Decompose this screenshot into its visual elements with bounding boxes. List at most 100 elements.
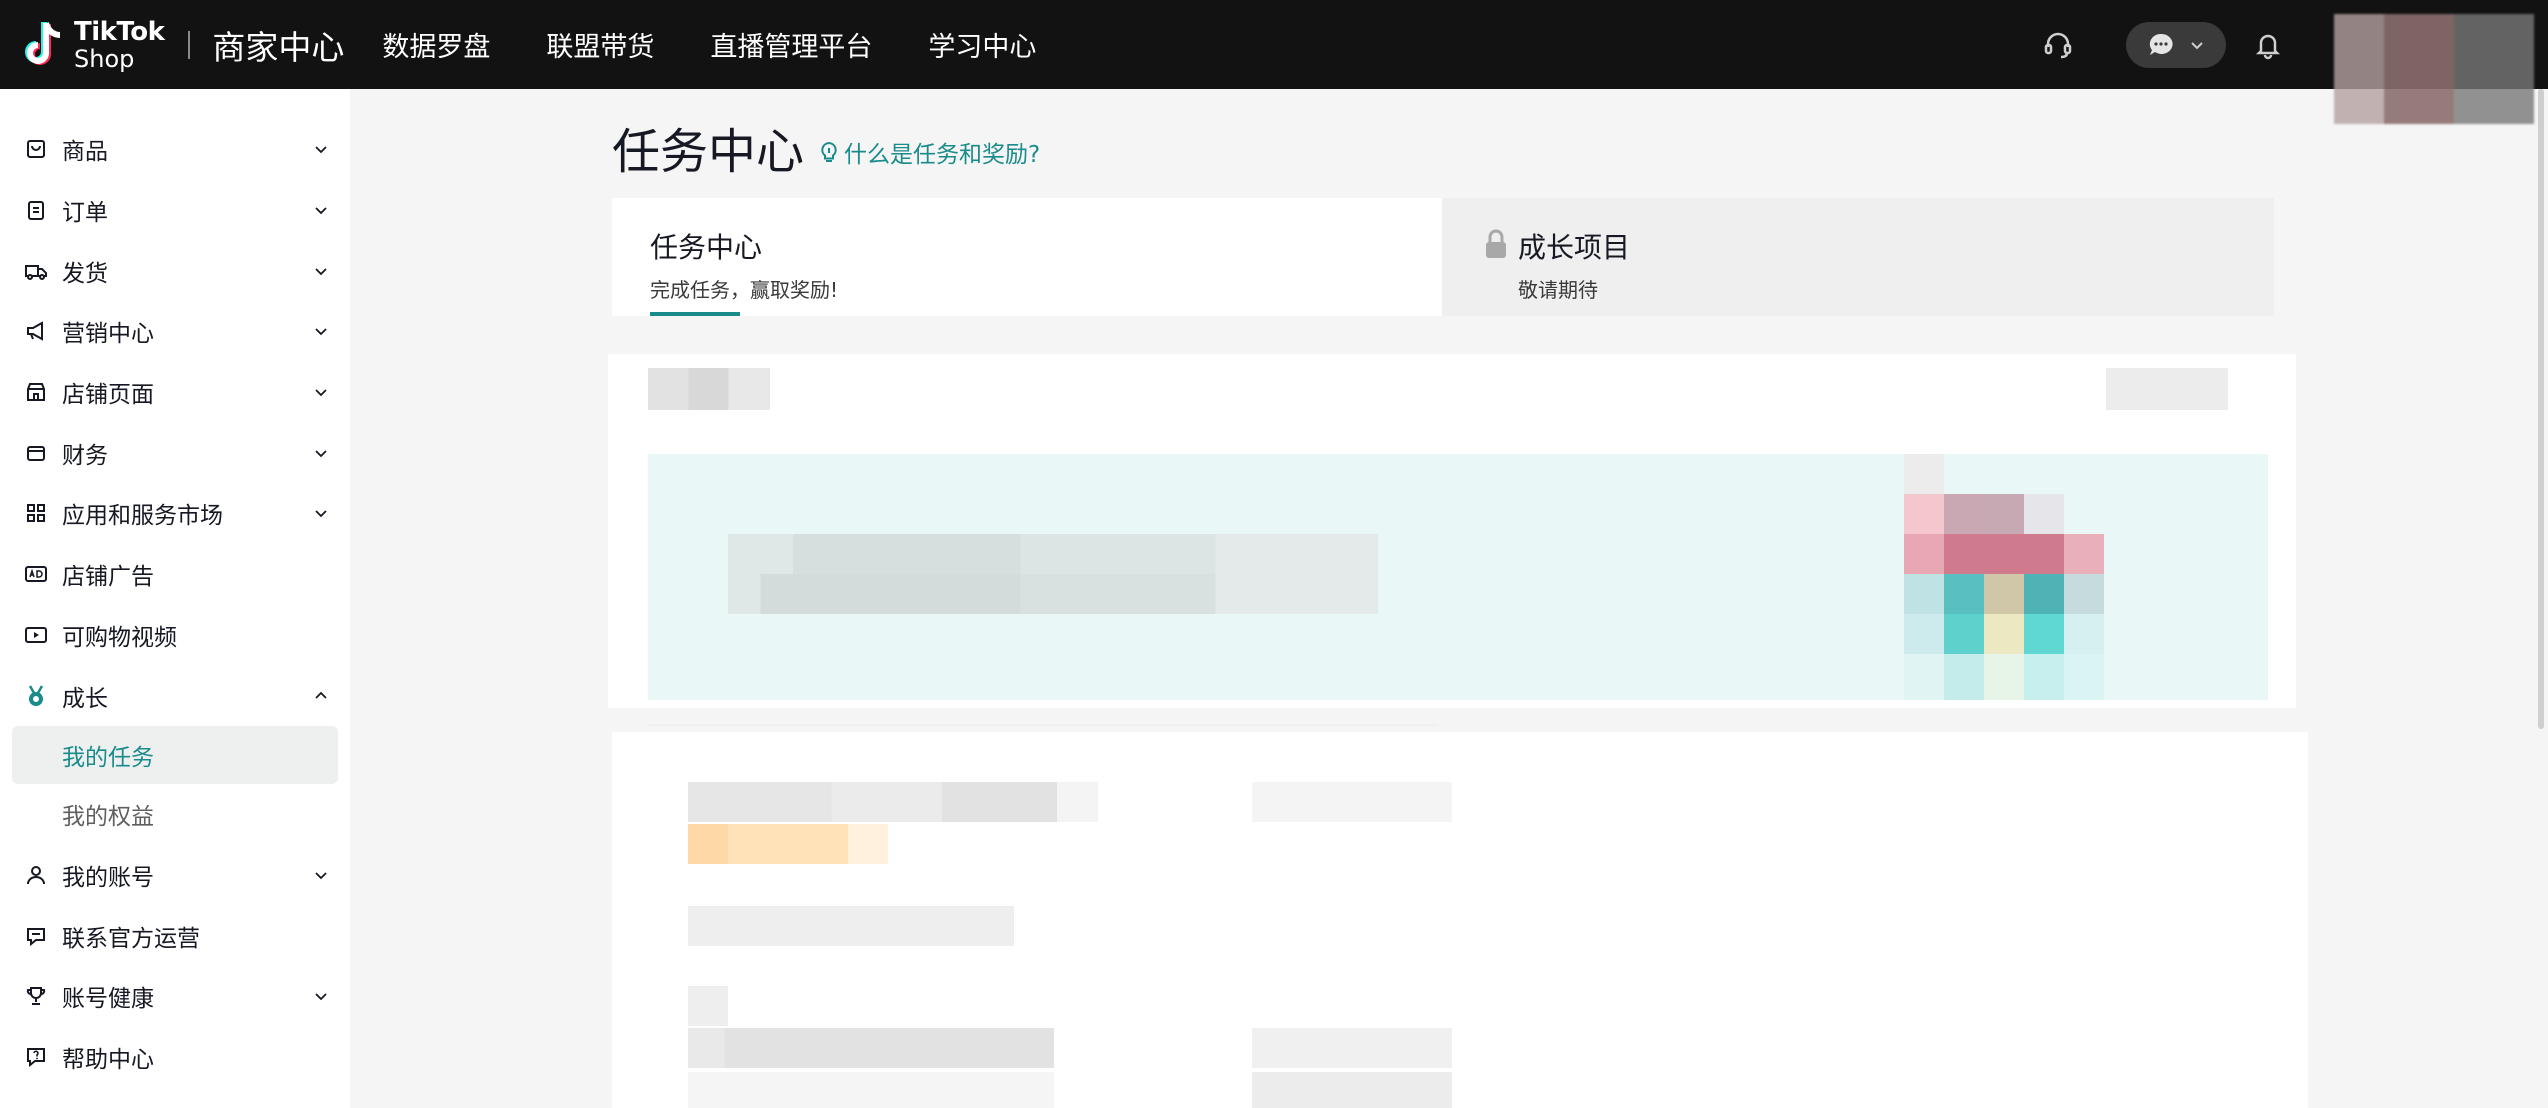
apps-icon	[24, 501, 48, 525]
nav-affiliate[interactable]: 联盟带货	[546, 25, 654, 64]
task-card	[648, 724, 1438, 730]
tab-subtitle: 完成任务，赢取奖励!	[650, 278, 839, 302]
sidebar-item-label: 账号健康	[62, 986, 154, 1013]
tiktok-shop-logo[interactable]: TikTok Shop	[22, 0, 165, 89]
order-icon	[24, 198, 48, 222]
tab-title: 成长项目	[1518, 231, 1631, 264]
logo-line2: Shop	[74, 44, 135, 73]
redacted-task-desc	[688, 906, 1014, 946]
redacted-task-reward	[688, 824, 888, 864]
what-are-tasks-link[interactable]: 什么是任务和奖励?	[818, 135, 1040, 169]
redacted-task-status	[1252, 1028, 1452, 1068]
top-navigation-bar: TikTok Shop 商家中心 数据罗盘 联盟带货 直播管理平台 学习中心	[0, 0, 2548, 89]
sidebar-item-account-health[interactable]: 账号健康	[0, 966, 350, 1027]
sidebar-item-label: 店铺广告	[62, 564, 154, 591]
sidebar-item-app-market[interactable]: 应用和服务市场	[0, 483, 350, 544]
gift-box-icon	[1904, 454, 2104, 700]
nav-learning-center[interactable]: 学习中心	[928, 25, 1036, 64]
sidebar-item-store-ads[interactable]: 店铺广告	[0, 544, 350, 605]
task-banner-panel	[608, 354, 2296, 708]
sidebar-item-label: 财务	[62, 442, 108, 469]
sidebar-item-label: 发货	[62, 260, 108, 287]
redacted-task-title	[688, 782, 1098, 822]
chat-bubble-icon	[2149, 33, 2173, 55]
redacted-task-desc	[688, 1028, 1054, 1068]
store-icon	[24, 380, 48, 404]
trophy-icon	[24, 984, 48, 1008]
sidebar-item-growth[interactable]: 成长	[0, 665, 350, 726]
wallet-icon	[24, 441, 48, 465]
page-header: 任务中心 什么是任务和奖励?	[612, 112, 1040, 182]
chevron-down-icon	[315, 207, 327, 215]
sidebar-item-contact-ops[interactable]: 联系官方运营	[0, 905, 350, 966]
chevron-down-icon	[315, 872, 327, 880]
sidebar-item-finance[interactable]: 财务	[0, 422, 350, 483]
page-scrollbar[interactable]	[2538, 89, 2544, 729]
task-list-panel	[612, 724, 2308, 1108]
redacted-banner-text	[728, 534, 1378, 574]
help-icon	[24, 1045, 48, 1069]
lightbulb-icon	[821, 141, 837, 162]
ad-icon	[24, 562, 48, 586]
redacted-task-title	[688, 986, 728, 1026]
active-tab-indicator	[650, 312, 740, 316]
chevron-down-icon	[315, 328, 327, 336]
product-icon	[24, 137, 48, 161]
sidebar-item-label: 帮助中心	[62, 1046, 154, 1073]
sidebar-item-label: 联系官方运营	[62, 925, 200, 952]
headset-icon[interactable]	[2038, 25, 2078, 65]
sidebar-item-label: 商品	[62, 139, 108, 166]
sidebar-item-label: 订单	[62, 200, 108, 227]
messages-dropdown[interactable]	[2126, 21, 2226, 68]
redacted-task-status	[1252, 782, 1452, 822]
task-tabs: 任务中心 完成任务，赢取奖励! 成长项目 敬请期待	[612, 198, 2274, 316]
sidebar: 商品 订单 发货 营销中心 店铺页面 财务 应用和服务市场 店铺广告 可购物视频	[0, 89, 350, 1108]
redacted-banner-text	[728, 574, 1378, 614]
page-title: 任务中心	[612, 124, 805, 180]
sidebar-item-help-center[interactable]: 帮助中心	[0, 1027, 350, 1088]
sidebar-item-store-page[interactable]: 店铺页面	[0, 362, 350, 423]
shipping-icon	[24, 259, 48, 283]
sidebar-item-products[interactable]: 商品	[0, 119, 350, 180]
sidebar-item-label: 成长	[62, 685, 108, 712]
brand-title[interactable]: 商家中心	[212, 21, 344, 69]
chevron-down-icon	[315, 510, 327, 518]
redacted-action	[2106, 368, 2228, 410]
redacted-task-status	[1252, 1072, 1452, 1108]
sidebar-item-my-account[interactable]: 我的账号	[0, 845, 350, 906]
redacted-heading	[648, 368, 770, 410]
chevron-down-icon	[2191, 41, 2203, 49]
sidebar-item-label: 我的账号	[62, 864, 154, 891]
help-link-label: 什么是任务和奖励?	[844, 142, 1041, 168]
sidebar-item-orders[interactable]: 订单	[0, 180, 350, 241]
sidebar-item-label: 可购物视频	[62, 624, 177, 651]
header-divider	[188, 30, 191, 59]
chevron-up-icon	[315, 691, 327, 699]
sidebar-subitem-my-tasks[interactable]: 我的任务	[12, 725, 338, 784]
nav-data-compass[interactable]: 数据罗盘	[382, 25, 490, 64]
sidebar-item-shipping[interactable]: 发货	[0, 240, 350, 301]
tab-subtitle: 敬请期待	[1518, 278, 1598, 302]
sidebar-item-shoppable-video[interactable]: 可购物视频	[0, 605, 350, 666]
tab-title: 任务中心	[650, 231, 763, 264]
contact-icon	[24, 924, 48, 948]
video-icon	[24, 623, 48, 647]
chevron-down-icon	[315, 389, 327, 397]
sidebar-subitem-my-benefits[interactable]: 我的权益	[0, 784, 350, 845]
header-actions	[2038, 0, 2288, 89]
chevron-down-icon	[315, 450, 327, 458]
tab-growth-program[interactable]: 成长项目 敬请期待	[1442, 198, 2274, 316]
bell-icon[interactable]	[2248, 25, 2288, 65]
medal-icon	[24, 684, 48, 708]
nav-live-platform[interactable]: 直播管理平台	[710, 25, 872, 64]
sidebar-item-label: 营销中心	[62, 321, 154, 348]
sidebar-item-marketing[interactable]: 营销中心	[0, 301, 350, 362]
tab-task-center[interactable]: 任务中心 完成任务，赢取奖励!	[612, 198, 1442, 316]
user-icon	[24, 863, 48, 887]
chevron-down-icon	[315, 993, 327, 1001]
tiktok-logo-icon	[25, 21, 61, 65]
logo-line1: TikTok	[74, 16, 165, 47]
megaphone-icon	[24, 319, 48, 343]
sidebar-item-label: 应用和服务市场	[62, 503, 223, 530]
avatar[interactable]	[2334, 14, 2534, 124]
